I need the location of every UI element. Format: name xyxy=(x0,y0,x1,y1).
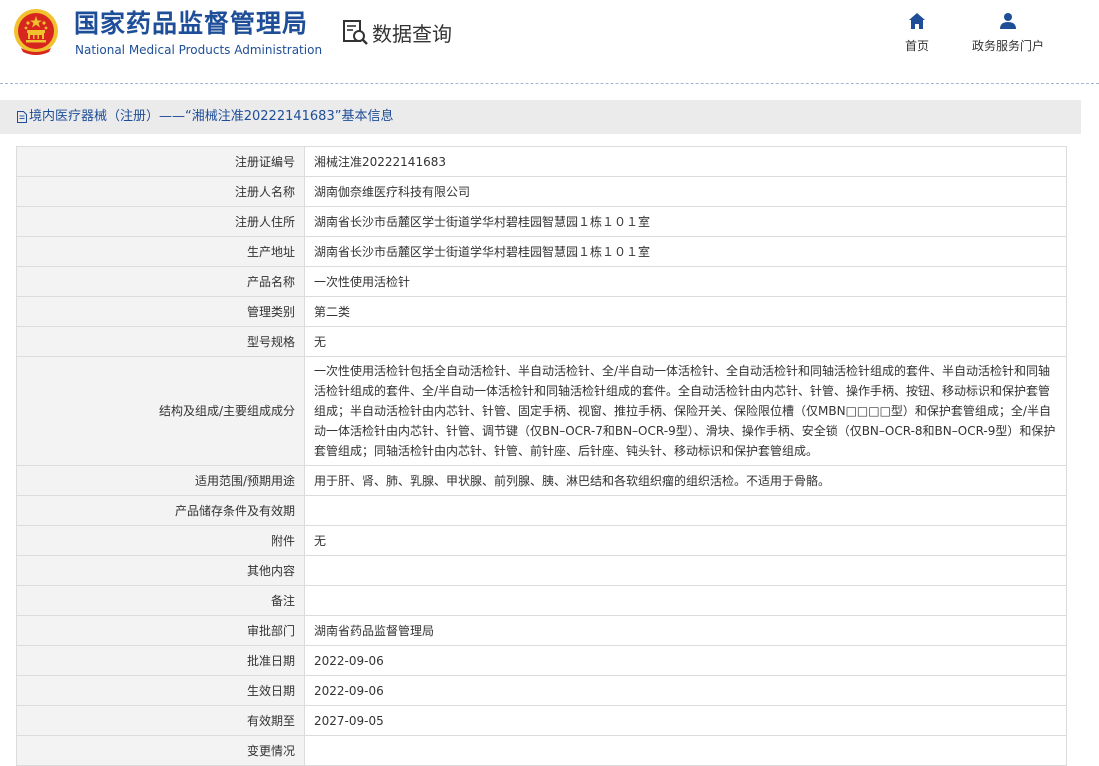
nav-service-portal[interactable]: 政务服务门户 xyxy=(962,12,1054,54)
field-value: 湖南省长沙市岳麓区学士街道学华村碧桂园智慧园１栋１０１室 xyxy=(304,206,1067,237)
table-row: 附件无 xyxy=(16,525,1067,556)
table-row: 结构及组成/主要组成成分 一次性使用活检针包括全自动活检针、半自动活检针、全/半自… xyxy=(16,356,1067,466)
agency-name-en[interactable]: National Medical Products Administration xyxy=(75,42,322,58)
table-row: 注册人名称 湖南伽奈维医疗科技有限公司 xyxy=(16,176,1067,207)
agency-name-cn[interactable]: 国家药品监督管理局 xyxy=(74,8,308,40)
field-label: 产品名称 xyxy=(16,266,305,297)
table-row: 审批部门 湖南省药品监督管理局 xyxy=(16,615,1067,646)
document-icon xyxy=(17,111,27,123)
field-value xyxy=(304,495,1067,526)
field-value: 湖南省长沙市岳麓区学士街道学华村碧桂园智慧园１栋１０１室 xyxy=(304,236,1067,267)
table-row: 变更情况 xyxy=(16,735,1067,766)
field-value: 2022-09-06 xyxy=(304,645,1067,676)
nav-home-label: 首页 xyxy=(904,39,929,53)
registration-detail-table: 注册证编号 湘械注准20222141683 注册人名称 湖南伽奈维医疗科技有限公司 注册… xyxy=(16,146,1067,766)
national-emblem-icon xyxy=(14,9,58,55)
field-value: 湘械注准20222141683 xyxy=(304,146,1067,177)
nav-service-portal-label: 政务服务门户 xyxy=(971,39,1044,53)
nav-home[interactable]: 首页 xyxy=(895,12,939,54)
table-row: 生产地址 湖南省长沙市岳麓区学士街道学华村碧桂园智慧园１栋１０１室 xyxy=(16,236,1067,267)
info-title: 境内医疗器械（注册）——“湘械注准20222141683”基本信息 xyxy=(29,109,394,124)
table-row: 批准日期 2022-09-06 xyxy=(16,645,1067,676)
field-value: 第二类 xyxy=(304,296,1067,327)
field-value: 湖南伽奈维医疗科技有限公司 xyxy=(304,176,1067,207)
table-row: 有效期至 2027-09-05 xyxy=(16,705,1067,736)
field-label: 注册人名称 xyxy=(16,176,305,207)
field-value: 2027-09-05 xyxy=(304,705,1067,736)
table-row: 型号规格无 xyxy=(16,326,1067,357)
field-label: 审批部门 xyxy=(16,615,305,646)
field-value: 无 xyxy=(304,326,1067,357)
document-search-icon xyxy=(343,20,368,45)
field-label: 其他内容 xyxy=(16,555,305,586)
field-label: 注册证编号 xyxy=(16,146,305,177)
field-value: 2022-09-06 xyxy=(304,675,1067,706)
table-row: 注册人住所 湖南省长沙市岳麓区学士街道学华村碧桂园智慧园１栋１０１室 xyxy=(16,206,1067,237)
field-value xyxy=(304,585,1067,616)
field-label: 变更情况 xyxy=(16,735,305,766)
field-value xyxy=(304,735,1067,766)
table-row: 产品储存条件及有效期 xyxy=(16,495,1067,526)
field-label: 有效期至 xyxy=(16,705,305,736)
field-value: 湖南省药品监督管理局 xyxy=(304,615,1067,646)
field-label: 批准日期 xyxy=(16,645,305,676)
table-row: 其他内容 xyxy=(16,555,1067,586)
field-label: 产品储存条件及有效期 xyxy=(16,495,305,526)
table-row: 生效日期 2022-09-06 xyxy=(16,675,1067,706)
table-row: 产品名称 一次性使用活检针 xyxy=(16,266,1067,297)
field-value: 一次性使用活检针包括全自动活检针、半自动活检针、全/半自动一体活检针、全自动活检… xyxy=(304,356,1067,466)
field-value: 用于肝、肾、肺、乳腺、甲状腺、前列腺、胰、淋巴结和各软组织瘤的组织活检。不适用于… xyxy=(304,465,1067,496)
field-label: 备注 xyxy=(16,585,305,616)
field-label: 管理类别 xyxy=(16,296,305,327)
table-row: 适用范围/预期用途 用于肝、肾、肺、乳腺、甲状腺、前列腺、胰、淋巴结和各软组织瘤的… xyxy=(16,465,1067,496)
data-query-label: 数据查询 xyxy=(372,21,452,46)
table-row: 备注 xyxy=(16,585,1067,616)
table-row: 管理类别 第二类 xyxy=(16,296,1067,327)
site-header: 国家药品监督管理局 National Medical Products Admi… xyxy=(0,0,1099,84)
field-value: 一次性使用活检针 xyxy=(304,266,1067,297)
info-title-bar: 境内医疗器械（注册）——“湘械注准20222141683”基本信息 xyxy=(0,100,1081,134)
field-label: 生产地址 xyxy=(16,236,305,267)
header-divider xyxy=(0,83,1099,84)
field-label: 结构及组成/主要组成成分 xyxy=(16,356,305,466)
field-value: 无 xyxy=(304,525,1067,556)
field-label: 生效日期 xyxy=(16,675,305,706)
user-icon xyxy=(1000,13,1016,29)
field-label: 适用范围/预期用途 xyxy=(16,465,305,496)
field-label: 型号规格 xyxy=(16,326,305,357)
field-label: 附件 xyxy=(16,525,305,556)
data-query-title: 数据查询 xyxy=(341,18,452,46)
field-label: 注册人住所 xyxy=(16,206,305,237)
table-row: 注册证编号 湘械注准20222141683 xyxy=(16,146,1067,177)
home-icon xyxy=(909,13,925,29)
field-value xyxy=(304,555,1067,586)
